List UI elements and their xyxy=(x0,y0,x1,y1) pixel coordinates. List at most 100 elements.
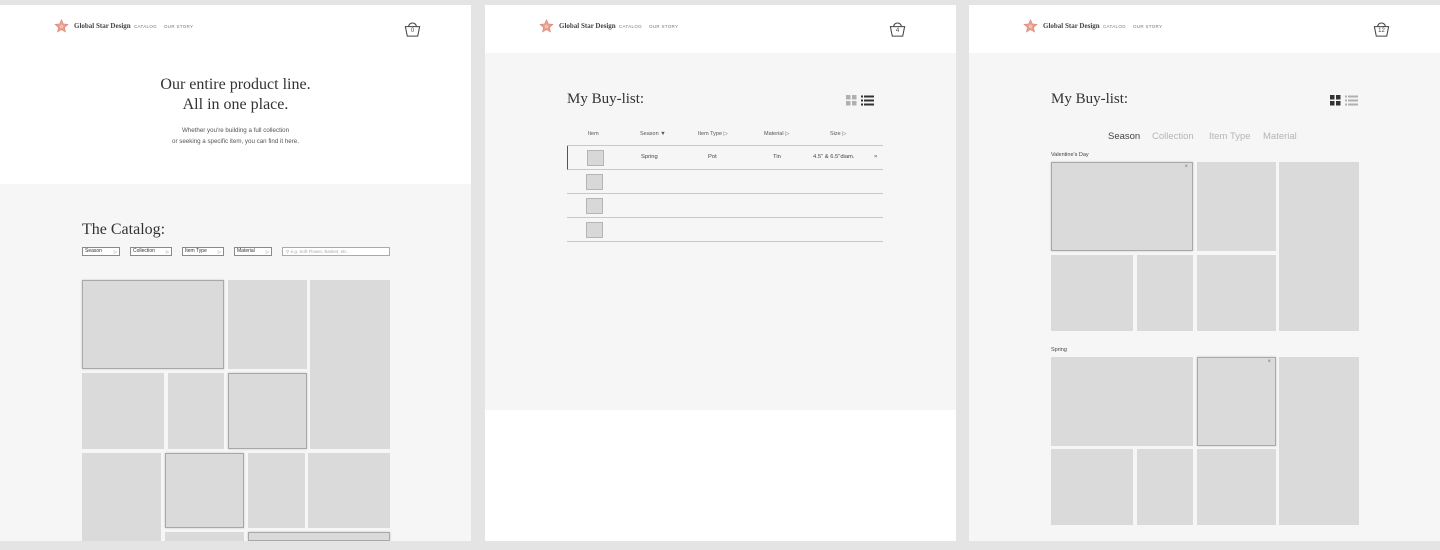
grid-view-icon[interactable] xyxy=(1330,95,1341,106)
filter-material[interactable]: Material ▷ xyxy=(234,247,272,256)
buylist-item-tile[interactable] xyxy=(1197,255,1276,331)
hero-title-line-2: All in one place. xyxy=(182,96,289,113)
buylist-item-tile[interactable]: × xyxy=(1197,357,1276,446)
item-thumbnail[interactable] xyxy=(586,222,603,238)
star-logo-icon[interactable] xyxy=(1023,19,1038,34)
filter-item-type[interactable]: Item Type ▷ xyxy=(182,247,224,256)
star-logo-icon[interactable] xyxy=(539,19,554,34)
tab-material[interactable]: Material xyxy=(1263,131,1297,142)
remove-item-button[interactable]: × xyxy=(874,154,877,160)
item-thumbnail[interactable] xyxy=(587,150,604,166)
catalog-item-tile[interactable] xyxy=(310,280,390,449)
chevron-right-icon: ▷ xyxy=(217,249,221,254)
brand-name[interactable]: Global Star Design xyxy=(1043,22,1100,30)
search-placeholder: e.g. Soft Flower, Basket, etc. xyxy=(290,249,348,254)
section-heading: Valentine's Day xyxy=(1051,152,1089,158)
basket-count: 12 xyxy=(1378,28,1385,34)
buylist-item-tile[interactable] xyxy=(1137,255,1193,331)
catalog-item-tile[interactable] xyxy=(228,373,307,449)
cell-season: Spring xyxy=(641,154,658,160)
list-view-icon[interactable] xyxy=(1345,95,1358,106)
column-header-season[interactable]: Season ▼ xyxy=(640,131,666,137)
catalog-item-tile[interactable] xyxy=(82,280,224,369)
tab-collection[interactable]: Collection xyxy=(1152,131,1194,142)
column-header-size[interactable]: Size ▷ xyxy=(830,131,846,137)
cell-size: 4.5" & 6.5"diam. xyxy=(813,154,855,160)
tab-season[interactable]: Season xyxy=(1108,131,1140,142)
filter-season-label: Season xyxy=(85,248,102,254)
nav-our-story[interactable]: OUR STORY xyxy=(1133,24,1162,29)
buylist-item-tile[interactable] xyxy=(1137,449,1193,525)
buylist-title: My Buy-list: xyxy=(1051,91,1129,107)
column-header-item-type[interactable]: Item Type ▷ xyxy=(698,131,728,137)
buylist-item-tile[interactable] xyxy=(1051,255,1133,331)
star-logo-icon[interactable] xyxy=(54,19,69,34)
buylist-item-tile[interactable] xyxy=(1051,357,1193,446)
hero-subtitle-line-1: Whether you're building a full collectio… xyxy=(181,127,290,134)
column-header-size-label: Size xyxy=(830,131,841,137)
chevron-right-icon: ▷ xyxy=(723,131,728,137)
table-row[interactable]: Spring Pot Tin 4.5" & 6.5"diam. × xyxy=(567,146,883,170)
site-header: Global Star Design CATALOG OUR STORY 0 xyxy=(0,5,471,53)
table-row[interactable] xyxy=(567,218,883,242)
nav-catalog[interactable]: CATALOG xyxy=(619,24,642,29)
hero-subtitle-line-2: or seeking a specific item, you can find… xyxy=(172,138,299,145)
column-header-item-type-label: Item Type xyxy=(698,131,723,137)
buylist-grid-panel: Global Star Design CATALOG OUR STORY 12 … xyxy=(969,5,1440,541)
site-header: Global Star Design CATALOG OUR STORY 12 xyxy=(969,5,1440,53)
item-thumbnail[interactable] xyxy=(586,198,603,214)
chevron-right-icon: ▷ xyxy=(165,249,169,254)
item-thumbnail[interactable] xyxy=(586,174,603,190)
tab-item-type[interactable]: Item Type xyxy=(1209,131,1251,142)
close-icon[interactable]: × xyxy=(1267,359,1271,365)
filter-collection[interactable]: Collection ▷ xyxy=(130,247,172,256)
table-row[interactable] xyxy=(567,170,883,194)
table-row[interactable] xyxy=(567,194,883,218)
catalog-item-tile[interactable] xyxy=(82,373,164,449)
column-header-material-label: Material xyxy=(764,131,784,137)
catalog-item-tile[interactable] xyxy=(248,453,305,528)
catalog-title: The Catalog: xyxy=(82,221,166,238)
cell-material: Tin xyxy=(773,154,781,160)
buylist-list-panel: Global Star Design CATALOG OUR STORY 4 M… xyxy=(485,5,956,541)
catalog-item-tile[interactable] xyxy=(168,373,224,449)
nav-our-story[interactable]: OUR STORY xyxy=(649,24,678,29)
buylist-item-tile[interactable]: × xyxy=(1051,162,1193,251)
column-header-material[interactable]: Material ▷ xyxy=(764,131,789,137)
brand-name[interactable]: Global Star Design xyxy=(74,22,131,30)
nav-our-story[interactable]: OUR STORY xyxy=(164,24,193,29)
nav-catalog[interactable]: CATALOG xyxy=(134,24,157,29)
catalog-item-tile[interactable] xyxy=(248,532,390,541)
cell-item-type: Pot xyxy=(708,154,717,160)
nav-catalog[interactable]: CATALOG xyxy=(1103,24,1126,29)
close-icon[interactable]: × xyxy=(1184,164,1188,170)
basket-count: 0 xyxy=(410,28,415,34)
chevron-right-icon: ▷ xyxy=(265,249,269,254)
buylist-item-tile[interactable] xyxy=(1279,357,1359,525)
search-input[interactable]: ⚲ e.g. Soft Flower, Basket, etc. xyxy=(282,247,390,256)
filter-season[interactable]: Season ▷ xyxy=(82,247,120,256)
buylist-item-tile[interactable] xyxy=(1197,449,1276,525)
grid-view-icon[interactable] xyxy=(846,95,857,106)
column-header-season-label: Season xyxy=(640,131,659,137)
list-view-icon[interactable] xyxy=(861,95,874,106)
column-header-item: Item xyxy=(588,131,599,137)
catalog-item-tile[interactable] xyxy=(165,532,244,541)
buylist-item-tile[interactable] xyxy=(1051,449,1133,525)
catalog-item-tile[interactable] xyxy=(308,453,390,528)
chevron-right-icon: ▷ xyxy=(785,131,790,137)
catalog-item-tile[interactable] xyxy=(82,453,161,541)
brand-name[interactable]: Global Star Design xyxy=(559,22,616,30)
chevron-right-icon: ▷ xyxy=(842,131,847,137)
chevron-right-icon: ▷ xyxy=(113,249,117,254)
section-heading: Spring xyxy=(1051,347,1067,353)
footer-area xyxy=(485,410,956,541)
filter-collection-label: Collection xyxy=(133,248,155,254)
buylist-title: My Buy-list: xyxy=(567,91,645,107)
catalog-page-panel: Global Star Design CATALOG OUR STORY 0 O… xyxy=(0,5,471,541)
basket-count: 4 xyxy=(895,28,900,34)
buylist-item-tile[interactable] xyxy=(1197,162,1276,251)
buylist-item-tile[interactable] xyxy=(1279,162,1359,331)
catalog-item-tile[interactable] xyxy=(165,453,244,528)
catalog-item-tile[interactable] xyxy=(228,280,307,369)
